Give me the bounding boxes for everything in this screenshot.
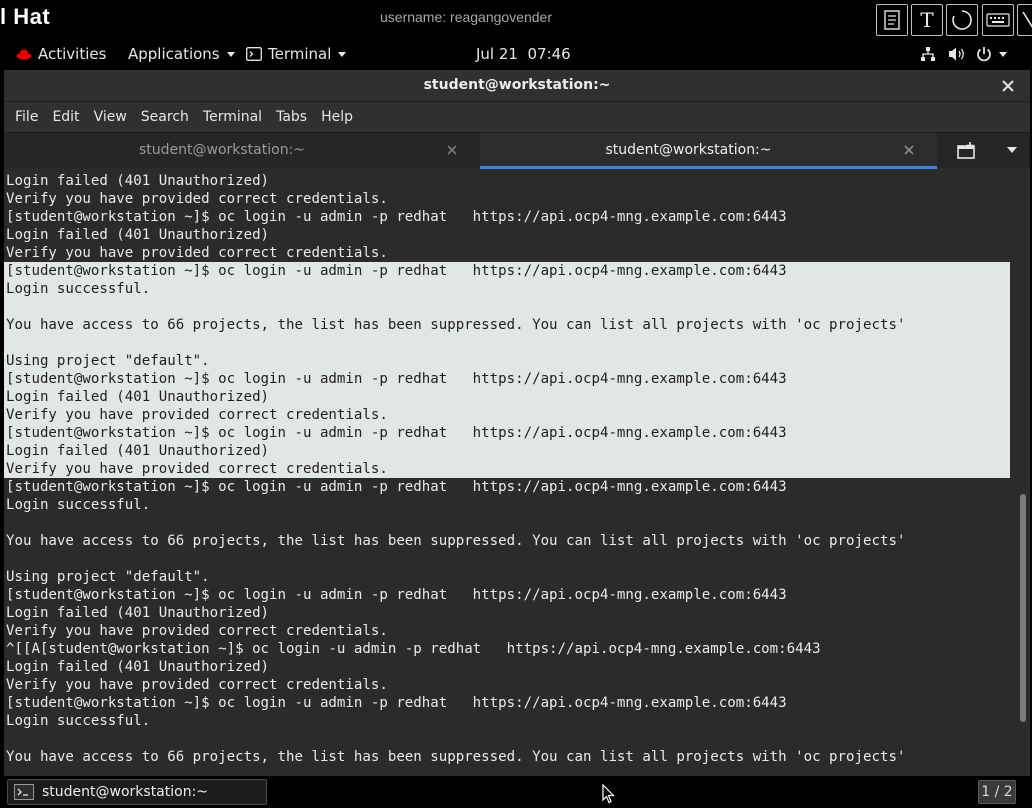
menu-tabs[interactable]: Tabs xyxy=(269,109,314,125)
tab-label: student@workstation:~ xyxy=(605,142,772,158)
tab-bar: student@workstation:~ student@workstatio… xyxy=(4,132,1030,169)
terminal-line: Login failed (401 Unauthorized) xyxy=(4,388,1010,406)
terminal-line: Login successful. xyxy=(6,713,151,729)
close-icon[interactable] xyxy=(1000,78,1016,94)
notes-icon xyxy=(884,10,900,30)
terminal-line: Login successful. xyxy=(6,497,151,513)
terminal-line: Login successful. xyxy=(4,280,1010,298)
activities-button[interactable]: Activities xyxy=(16,45,106,63)
applications-menu[interactable]: Applications xyxy=(128,45,235,63)
tab-1[interactable]: student@workstation:~ xyxy=(4,133,480,169)
menu-edit[interactable]: Edit xyxy=(45,109,86,125)
taskbar-item-terminal[interactable]: student@workstation:~ xyxy=(7,779,267,805)
applications-label: Applications xyxy=(128,45,220,63)
terminal-line: [student@workstation ~]$ oc login -u adm… xyxy=(6,209,787,225)
terminal-line: Login failed (401 Unauthorized) xyxy=(6,227,270,243)
workspace-indicator[interactable]: 1 / 2 xyxy=(978,780,1016,804)
menu-view[interactable]: View xyxy=(87,109,134,125)
brand-bar: l Hat username: reagangovender T xyxy=(0,0,1032,38)
terminal-line: Verify you have provided correct credent… xyxy=(4,406,1010,424)
chevron-down-icon xyxy=(999,51,1007,57)
window-titlebar[interactable]: student@workstation:~ xyxy=(4,70,1030,102)
chevron-down-icon[interactable] xyxy=(1007,147,1017,153)
terminal-line: Verify you have provided correct credent… xyxy=(6,245,388,261)
menu-file[interactable]: File xyxy=(8,109,45,125)
clock-label: Jul 21 07:46 xyxy=(476,45,571,63)
top-panel: Activities Applications Terminal Jul 21 … xyxy=(0,38,1032,70)
terminal-line: Using project "default". xyxy=(4,352,1010,370)
close-icon xyxy=(1022,11,1032,28)
terminal-icon xyxy=(14,784,34,800)
taskbar-item-label: student@workstation:~ xyxy=(42,784,209,800)
circle-tool-button[interactable] xyxy=(946,4,978,36)
terminal-line: [student@workstation ~]$ oc login -u adm… xyxy=(6,587,787,603)
chevron-down-icon xyxy=(226,51,235,57)
scrollbar-thumb[interactable] xyxy=(1020,494,1026,722)
brand-logo: l Hat xyxy=(0,4,51,29)
terminal-line xyxy=(4,298,1010,316)
text-icon: T xyxy=(920,8,934,32)
terminal-line: [student@workstation ~]$ oc login -u adm… xyxy=(6,695,787,711)
tab-2[interactable]: student@workstation:~ xyxy=(480,133,937,169)
tab-label: student@workstation:~ xyxy=(138,142,306,158)
terminal-line: [student@workstation ~]$ oc login -u adm… xyxy=(4,370,1010,388)
terminal-app-menu[interactable]: Terminal xyxy=(246,45,347,63)
terminal-line: You have access to 66 projects, the list… xyxy=(6,533,906,549)
terminal-line: Login failed (401 Unauthorized) xyxy=(6,605,270,621)
terminal-line: You have access to 66 projects, the list… xyxy=(4,316,1010,334)
notes-button[interactable] xyxy=(876,4,908,36)
text-tool-button[interactable]: T xyxy=(911,4,943,36)
terminal-icon xyxy=(246,47,262,61)
scrollbar[interactable] xyxy=(1018,170,1028,776)
redhat-icon xyxy=(16,49,32,60)
keyboard-icon xyxy=(986,13,1010,27)
terminal-line: ^[[A[student@workstation ~]$ oc login -u… xyxy=(6,641,821,657)
circle-icon xyxy=(952,10,972,30)
terminal-line: Login failed (401 Unauthorized) xyxy=(6,173,270,189)
chevron-down-icon xyxy=(338,51,347,57)
terminal-line: Using project "default". xyxy=(6,569,210,585)
terminal-output[interactable]: Login failed (401 Unauthorized) Verify yo… xyxy=(4,170,1030,776)
menu-bar: File Edit View Search Terminal Tabs Help xyxy=(4,102,1030,132)
terminal-line: You have access to 66 projects, the list… xyxy=(6,749,906,765)
terminal-line xyxy=(4,334,1010,352)
terminal-window: student@workstation:~ File Edit View Sea… xyxy=(4,70,1030,776)
terminal-line: Verify you have provided correct credent… xyxy=(4,460,1010,478)
menu-search[interactable]: Search xyxy=(134,109,196,125)
terminal-line: [student@workstation ~]$ oc login -u adm… xyxy=(4,424,1010,442)
terminal-app-label: Terminal xyxy=(268,45,332,63)
terminal-lines: Login failed (401 Unauthorized) Verify yo… xyxy=(4,172,1010,766)
terminal-line: [student@workstation ~]$ oc login -u adm… xyxy=(6,479,787,495)
terminal-line: Verify you have provided correct credent… xyxy=(6,191,388,207)
activities-label: Activities xyxy=(38,45,107,63)
mouse-cursor-icon xyxy=(602,784,615,804)
power-icon xyxy=(977,47,991,62)
window-title: student@workstation:~ xyxy=(423,77,611,93)
terminal-line: Login failed (401 Unauthorized) xyxy=(6,659,270,675)
menu-terminal[interactable]: Terminal xyxy=(196,109,269,125)
volume-icon xyxy=(949,47,964,61)
close-icon[interactable] xyxy=(446,144,458,156)
system-status-menu[interactable] xyxy=(920,46,1007,62)
terminal-line: Login failed (401 Unauthorized) xyxy=(4,442,1010,460)
new-tab-icon[interactable] xyxy=(956,141,978,161)
close-overlay-button[interactable] xyxy=(1017,4,1032,36)
terminal-line: [student@workstation ~]$ oc login -u adm… xyxy=(4,262,1010,280)
keyboard-button[interactable] xyxy=(982,4,1014,36)
clock[interactable]: Jul 21 07:46 xyxy=(476,45,571,63)
close-icon[interactable] xyxy=(903,144,915,156)
taskbar: student@workstation:~ 1 / 2 xyxy=(0,776,1032,808)
menu-help[interactable]: Help xyxy=(314,109,360,125)
terminal-line: Verify you have provided correct credent… xyxy=(6,677,388,693)
network-icon xyxy=(921,47,935,61)
username-label: username: reagangovender xyxy=(380,9,553,25)
terminal-line: Verify you have provided correct credent… xyxy=(6,623,388,639)
